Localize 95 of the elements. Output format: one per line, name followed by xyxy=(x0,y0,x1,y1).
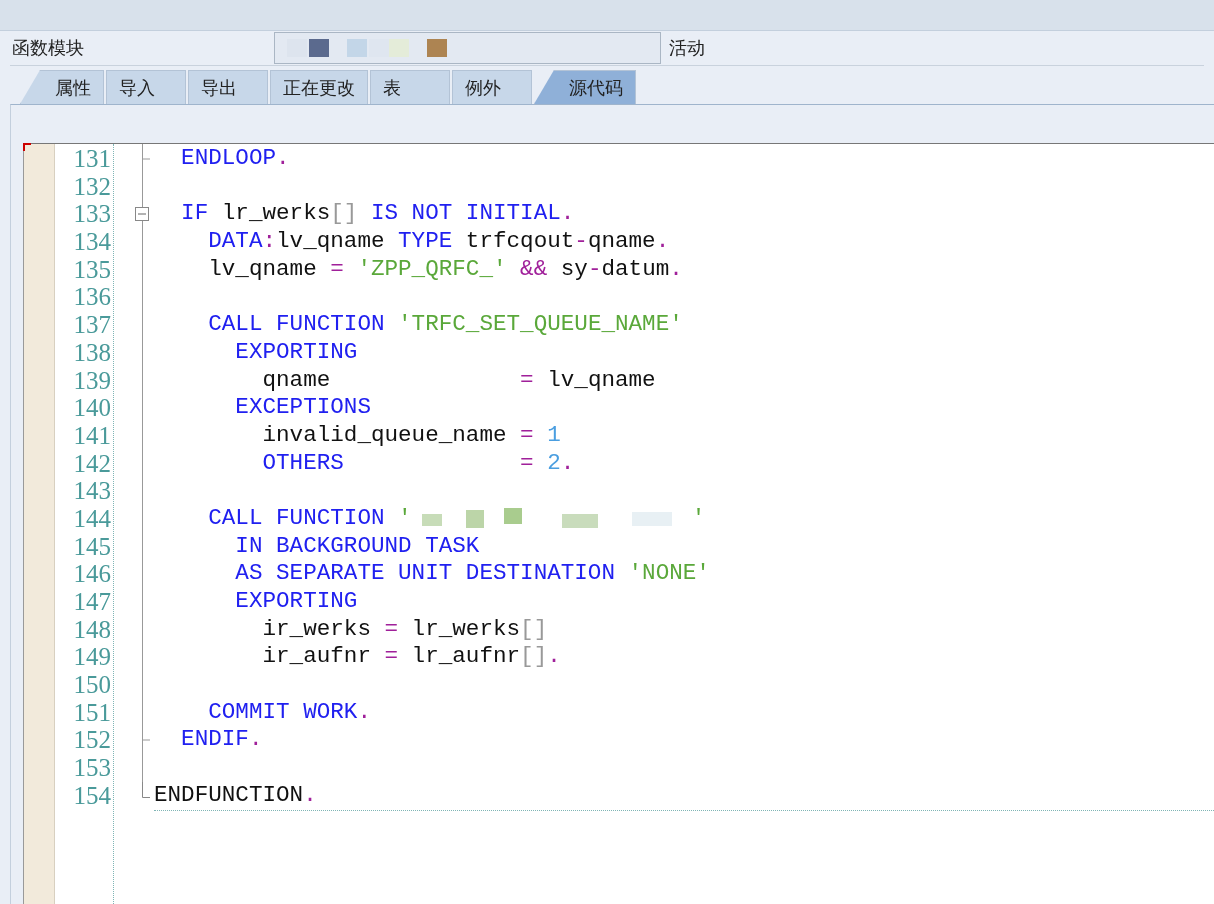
code-text: ir_aufnr xyxy=(261,643,372,672)
operator: . xyxy=(303,781,317,810)
line-number: 134 xyxy=(72,228,112,256)
bracket: [] xyxy=(330,200,358,229)
number-literal: 2 xyxy=(547,449,561,478)
function-module-field[interactable] xyxy=(274,32,661,64)
keyword: TYPE xyxy=(398,228,453,256)
code-text: lr_werks xyxy=(410,615,521,644)
tab[interactable]: 正在更改 xyxy=(270,70,368,104)
line-number: 136 xyxy=(72,283,112,312)
code-text: lr_werks xyxy=(220,200,331,229)
operator: : xyxy=(262,228,277,256)
keyword: OTHERS xyxy=(261,449,345,478)
code-text: lv_qname xyxy=(276,228,386,256)
line-number: 139 xyxy=(72,366,112,395)
operator: = xyxy=(384,643,399,672)
line-number: 151 xyxy=(72,698,112,727)
keyword: AS SEPARATE UNIT DESTINATION xyxy=(234,560,615,588)
keyword: ENDLOOP xyxy=(180,145,277,173)
keyword: IS NOT INITIAL xyxy=(369,200,561,229)
line-number: 138 xyxy=(72,338,112,367)
operator: = xyxy=(330,255,345,284)
operator: . xyxy=(547,643,561,672)
string-literal: ' xyxy=(691,504,706,533)
line-number: 150 xyxy=(72,671,112,699)
code-text: lr_aufnr xyxy=(410,643,521,672)
operator: = xyxy=(520,449,535,478)
keyword: IF xyxy=(180,200,209,229)
line-number: 132 xyxy=(72,172,112,201)
tab[interactable]: 导入 xyxy=(106,70,186,104)
code-text: sy xyxy=(559,255,588,284)
line-number: 144 xyxy=(72,504,112,533)
line-number: 140 xyxy=(72,394,112,422)
string-literal: ' xyxy=(397,504,412,533)
string-literal: 'NONE' xyxy=(627,560,710,588)
code-text: qname xyxy=(261,366,332,395)
code-text: qname xyxy=(587,228,656,256)
line-number: 131 xyxy=(72,145,112,173)
line-number: 135 xyxy=(72,255,112,284)
line-number: 149 xyxy=(72,643,112,672)
tab[interactable]: 导出 xyxy=(188,70,268,104)
line-number: 154 xyxy=(72,781,112,810)
bracket: [] xyxy=(520,643,548,672)
line-number: 146 xyxy=(72,560,112,588)
operator: . xyxy=(669,255,683,284)
line-number: 143 xyxy=(72,477,112,505)
tab[interactable]: 属性 xyxy=(20,70,104,104)
keyword: CALL FUNCTION xyxy=(207,504,385,533)
keyword: EXPORTING xyxy=(234,588,358,616)
operator: - xyxy=(587,255,602,284)
line-number: 133 xyxy=(72,200,112,229)
operator: . xyxy=(276,145,290,173)
line-number: 147 xyxy=(72,588,112,616)
number-literal: 1 xyxy=(547,421,561,450)
line-number: 145 xyxy=(72,532,112,561)
line-number: 141 xyxy=(72,421,112,450)
code-text: ENDFUNCTION xyxy=(154,781,304,810)
operator: && xyxy=(520,255,548,284)
keyword: EXCEPTIONS xyxy=(234,394,371,422)
status-text: 活动 xyxy=(669,36,705,60)
operator: . xyxy=(357,698,371,727)
string-literal: 'TRFC_SET_QUEUE_NAME' xyxy=(397,311,683,339)
operator: = xyxy=(384,615,399,644)
collapse-icon[interactable] xyxy=(135,207,149,222)
keyword: CALL FUNCTION xyxy=(207,311,385,339)
keyword: COMMIT WORK xyxy=(207,698,358,727)
operator: = xyxy=(520,421,535,450)
operator: - xyxy=(574,228,588,256)
operator: = xyxy=(520,366,534,395)
field-label: 函数模块 xyxy=(11,36,85,60)
keyword: ENDIF xyxy=(180,726,249,755)
code-text: trfcqout xyxy=(464,228,575,256)
operator: . xyxy=(560,200,575,229)
string-literal: 'ZPP_QRFC_' xyxy=(357,255,508,284)
code-text: lv_qname xyxy=(546,366,656,395)
operator: . xyxy=(248,726,263,755)
line-number: 152 xyxy=(72,726,112,755)
code-text: ir_werks xyxy=(261,615,372,644)
code-text: lv_qname xyxy=(207,255,318,284)
operator: . xyxy=(560,449,575,478)
code-text: invalid_queue_name xyxy=(261,421,508,450)
tab[interactable]: 源代码 xyxy=(534,70,636,104)
keyword: EXPORTING xyxy=(234,338,358,367)
keyword: DATA xyxy=(207,228,263,256)
line-number: 137 xyxy=(72,311,112,339)
bracket: [] xyxy=(520,615,548,644)
line-number: 153 xyxy=(72,754,112,782)
operator: . xyxy=(655,228,670,256)
line-number: 148 xyxy=(72,615,112,644)
code-text: datum xyxy=(601,255,670,284)
tab[interactable]: 表 xyxy=(370,70,450,104)
keyword: IN BACKGROUND TASK xyxy=(234,532,480,561)
tab[interactable]: 例外 xyxy=(452,70,532,104)
line-number: 142 xyxy=(72,449,112,478)
code-editor[interactable] xyxy=(23,143,1214,904)
